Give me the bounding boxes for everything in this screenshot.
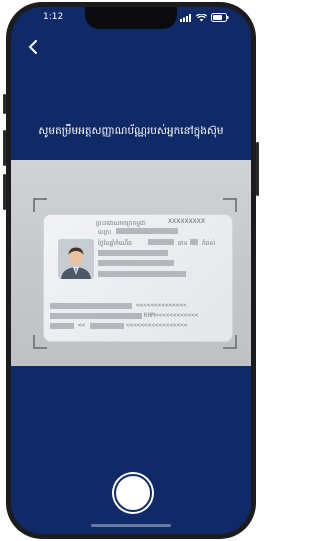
- sex-label: ភេទ: [178, 240, 188, 247]
- id-photo: [58, 239, 94, 279]
- frame-corner-top-right: [223, 198, 237, 212]
- volume-up-button: [3, 130, 6, 166]
- card-country: ព្រះរាជាណាចក្រកម្ពុជា: [96, 220, 146, 227]
- signal-icon: [180, 13, 191, 22]
- id-card-guide: ព្រះរាជាណាចក្រកម្ពុជា XXXXXXXXX ឈ្មោះ ថ្…: [43, 214, 233, 342]
- mrz-line-3: <<<<<<<<<<<<<<<<<: [126, 322, 188, 329]
- wifi-icon: [196, 13, 207, 21]
- mrz-block: [90, 323, 124, 329]
- info-line: [98, 271, 186, 277]
- mrz-line-2: KHM<<<<<<<<<<<<: [144, 312, 199, 319]
- height-label: កំពស់: [202, 240, 216, 247]
- mrz-block: [50, 313, 142, 319]
- status-icons: [180, 13, 229, 22]
- side-button: [3, 94, 6, 114]
- person-icon: [58, 239, 94, 279]
- dob-label: ថ្ងៃខែឆ្នាំកំណើត: [98, 240, 132, 247]
- back-button[interactable]: [21, 35, 45, 59]
- info-line: [98, 250, 168, 256]
- mrz-line-1: <<<<<<<<<<<<<<: [136, 302, 187, 309]
- scanner-screen: 1:12 សូមតម្រឹមអត្តសញ្ញាណប័ណ្ណរបស់អ្នកនៅក…: [11, 7, 251, 534]
- name-field: [116, 228, 178, 234]
- chevron-left-icon: [28, 40, 37, 54]
- sex-field: [190, 239, 198, 245]
- battery-icon: [211, 13, 229, 22]
- dob-field: [148, 239, 174, 245]
- status-time: 1:12: [43, 12, 64, 22]
- mrz-block: [50, 303, 132, 309]
- volume-down-button: [3, 174, 6, 210]
- info-line: [98, 260, 174, 266]
- home-indicator: [91, 524, 171, 527]
- name-label: ឈ្មោះ: [98, 229, 112, 236]
- shutter-button[interactable]: [114, 474, 152, 512]
- frame-corner-top-left: [33, 198, 47, 212]
- scan-instruction: សូមតម្រឹមអត្តសញ្ញាណប័ណ្ណរបស់អ្នកនៅក្នុងស…: [38, 125, 224, 137]
- mrz-prefix: <<: [78, 322, 86, 329]
- camera-frame: ព្រះរាជាណាចក្រកម្ពុជា XXXXXXXXX ឈ្មោះ ថ្…: [11, 160, 251, 366]
- power-button: [256, 142, 259, 196]
- notch: [85, 7, 177, 29]
- mrz-block: [50, 323, 74, 329]
- card-number: XXXXXXXXX: [168, 218, 205, 225]
